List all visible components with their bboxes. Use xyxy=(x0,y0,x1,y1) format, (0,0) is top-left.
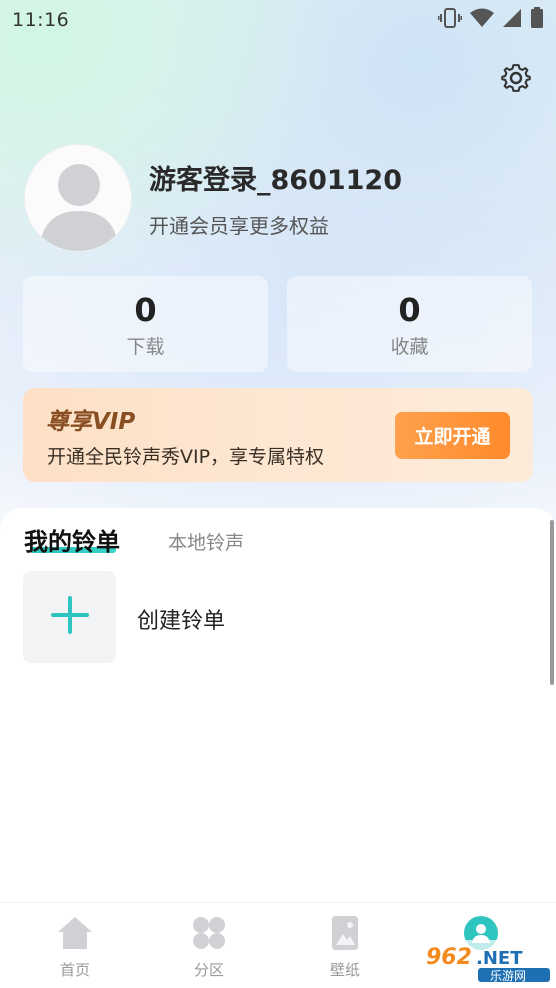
tab-local-ringtones[interactable]: 本地铃声 xyxy=(168,528,244,555)
status-icons xyxy=(437,7,544,33)
battery-icon xyxy=(530,7,544,33)
plus-icon xyxy=(49,594,91,640)
vip-title: 尊享VIP xyxy=(46,409,136,435)
avatar[interactable] xyxy=(24,144,132,252)
nav-item-wallpaper[interactable]: 壁纸 xyxy=(305,915,385,980)
home-icon xyxy=(56,915,94,955)
svg-text:.NET: .NET xyxy=(476,948,523,969)
favorites-count: 0 xyxy=(398,290,421,329)
create-playlist-label[interactable]: 创建铃单 xyxy=(137,603,225,635)
tab-my-playlists[interactable]: 我的铃单 xyxy=(24,522,120,557)
svg-text:乐游网: 乐游网 xyxy=(490,969,526,983)
downloads-stat[interactable]: 0 下载 xyxy=(23,276,268,372)
membership-subtitle: 开通会员享更多权益 xyxy=(149,214,329,238)
nav-item-category[interactable]: 分区 xyxy=(169,915,249,980)
category-icon xyxy=(191,915,227,955)
downloads-label: 下载 xyxy=(126,335,165,358)
svg-text:962: 962 xyxy=(426,945,472,970)
signal-icon xyxy=(502,8,522,32)
username[interactable]: 游客登录_8601120 xyxy=(149,158,402,197)
activate-vip-button[interactable]: 立即开通 xyxy=(395,412,510,459)
gear-icon xyxy=(500,61,532,97)
nav-item-home[interactable]: 首页 xyxy=(35,915,115,980)
nav-label-category: 分区 xyxy=(193,961,224,979)
site-watermark: 962 .NET 乐游网 xyxy=(418,936,554,986)
vibrate-icon xyxy=(437,7,463,33)
wifi-icon xyxy=(470,8,494,32)
vip-banner[interactable]: 尊享VIP 开通全民铃声秀VIP，享专属特权 立即开通 xyxy=(23,388,533,482)
downloads-count: 0 xyxy=(134,290,157,329)
status-bar: 11:16 xyxy=(0,0,556,40)
nav-label-home: 首页 xyxy=(59,961,90,979)
status-time: 11:16 xyxy=(12,9,70,31)
wallpaper-icon xyxy=(330,915,360,955)
create-playlist-button[interactable] xyxy=(23,571,116,663)
favorites-label: 收藏 xyxy=(390,335,429,358)
vip-description: 开通全民铃声秀VIP，享专属特权 xyxy=(47,446,325,468)
favorites-stat[interactable]: 0 收藏 xyxy=(287,276,532,372)
scrollbar[interactable] xyxy=(550,520,554,685)
nav-label-wallpaper: 壁纸 xyxy=(329,961,360,979)
settings-button[interactable] xyxy=(497,60,535,98)
